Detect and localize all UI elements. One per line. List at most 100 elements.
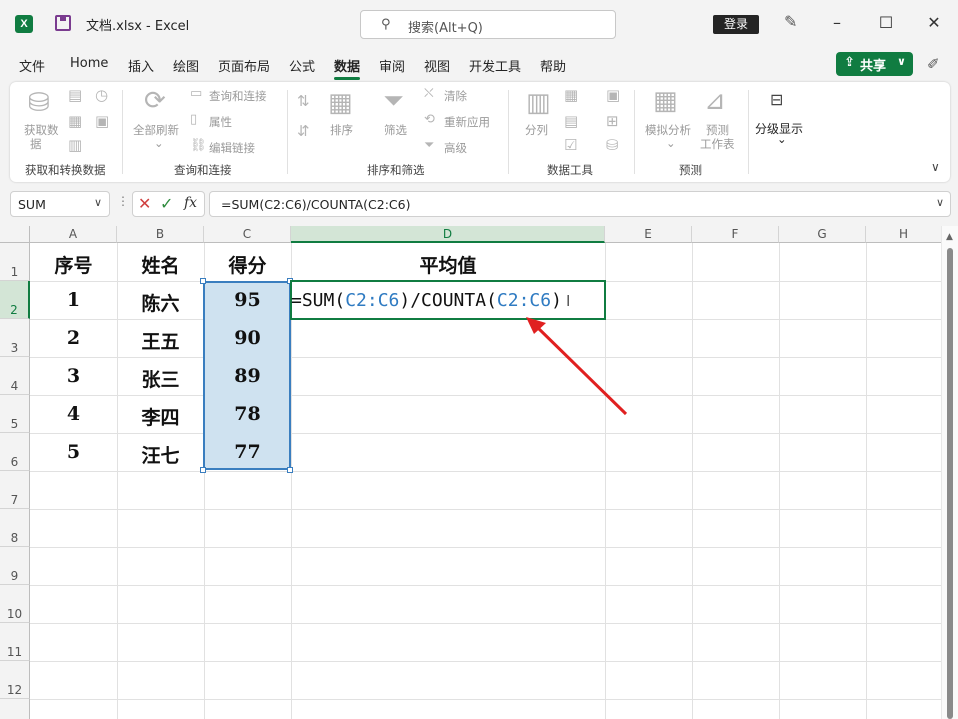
title-bar: X 文档.xlsx - Excel ⚲ 搜索(Alt+Q) 登录 ✎ – ☐ ✕ <box>0 0 958 48</box>
text-to-columns-icon[interactable]: ▥ <box>526 88 551 118</box>
formula-bar: SUM ∨ ⋮ ✕ ✓ fx =SUM(C2:C6)/COUNTA(C2:C6)… <box>0 188 958 220</box>
group-label-forecast: 预测 <box>679 163 702 177</box>
menu-home[interactable]: Home <box>70 56 108 71</box>
group-label-sort-filter: 排序和筛选 <box>367 163 425 177</box>
chevron-down-icon[interactable]: ∨ <box>936 196 944 209</box>
clock-icon[interactable]: ◷ <box>95 86 108 104</box>
properties-icon: ▯ <box>190 112 198 127</box>
properties-button[interactable]: 属性 <box>209 114 232 130</box>
chevron-down-icon: ⌄ <box>154 136 164 150</box>
menu-review[interactable]: 审阅 <box>379 56 405 75</box>
chevron-down-icon: ∨ <box>897 55 906 68</box>
group-divider <box>122 90 123 174</box>
active-tab-indicator <box>334 77 360 80</box>
menu-draw[interactable]: 绘图 <box>173 56 199 75</box>
chevron-down-icon: ⌄ <box>666 136 676 150</box>
share-label: 共享 <box>860 59 887 74</box>
scroll-up-icon[interactable]: ▲ <box>946 232 953 242</box>
chevron-down-icon: ⌄ <box>777 132 787 146</box>
reapply-icon: ⟲ <box>424 112 435 127</box>
sort-descending-icon[interactable]: ⇵ <box>297 122 310 140</box>
clear-filter-icon: ⛌ <box>424 86 434 101</box>
search-input[interactable]: 搜索(Alt+Q) <box>408 17 483 36</box>
filter-button[interactable]: 筛选 <box>384 122 407 138</box>
worksheet-grid[interactable]: A B C D E F G H 1 2 3 4 5 6 7 8 9 10 11 … <box>0 226 958 719</box>
menu-data[interactable]: 数据 <box>334 56 360 75</box>
comment-icon[interactable]: ✐ <box>927 55 940 73</box>
database-icon[interactable]: ⛁ <box>28 88 50 118</box>
relationships-icon[interactable]: ⊞ <box>606 112 619 130</box>
search-box[interactable]: ⚲ 搜索(Alt+Q) <box>360 10 616 39</box>
flash-fill-icon[interactable]: ▦ <box>564 86 578 104</box>
name-box-value: SUM <box>18 197 46 212</box>
data-model-icon[interactable]: ⛁ <box>606 136 619 154</box>
menu-page-layout[interactable]: 页面布局 <box>218 56 270 75</box>
group-divider <box>508 90 509 174</box>
formula-input[interactable]: =SUM(C2:C6)/COUNTA(C2:C6) ∨ <box>209 191 951 217</box>
name-box[interactable]: SUM ∨ <box>10 191 110 217</box>
clear-button[interactable]: 清除 <box>444 88 467 104</box>
menu-developer[interactable]: 开发工具 <box>469 56 521 75</box>
group-divider <box>287 90 288 174</box>
cancel-icon[interactable]: ✕ <box>138 194 151 213</box>
folder-icon[interactable]: ▣ <box>95 112 109 130</box>
formula-text: =SUM(C2:C6)/COUNTA(C2:C6) <box>221 197 411 212</box>
minimize-icon[interactable]: – <box>827 13 847 32</box>
chevron-down-icon[interactable]: ∨ <box>931 160 940 174</box>
reapply-button[interactable]: 重新应用 <box>444 114 490 130</box>
sort-button[interactable]: 排序 <box>330 122 353 138</box>
more-icon[interactable]: ⋮ <box>117 194 129 208</box>
menu-help[interactable]: 帮助 <box>540 56 566 75</box>
save-icon[interactable] <box>55 15 71 31</box>
window-title: 文档.xlsx - Excel <box>86 19 190 34</box>
group-label-data-tools: 数据工具 <box>547 163 593 177</box>
chevron-down-icon[interactable]: ∨ <box>94 196 102 209</box>
menu-file[interactable]: 文件 <box>19 56 45 75</box>
edit-links-icon: ⛓ <box>190 138 207 153</box>
annotation-arrow-icon <box>526 317 628 416</box>
consolidate-icon[interactable]: ▣ <box>606 86 620 104</box>
maximize-icon[interactable]: ☐ <box>876 13 896 32</box>
annotation-arrow-shaft <box>534 324 628 416</box>
what-if-icon[interactable]: ▦ <box>653 86 678 116</box>
data-validation-icon[interactable]: ☑ <box>564 136 577 154</box>
queries-connections-button[interactable]: 查询和连接 <box>209 88 267 104</box>
outline-icon[interactable]: ⊟ <box>770 90 783 109</box>
group-divider <box>748 90 749 174</box>
table-icon[interactable]: ▥ <box>68 136 82 154</box>
refresh-all-icon[interactable]: ⟳ <box>144 86 166 116</box>
pen-icon[interactable]: ✎ <box>784 12 797 31</box>
sort-icon[interactable]: ▦ <box>328 88 353 118</box>
scroll-thumb[interactable] <box>947 248 953 719</box>
group-label-get-data: 获取和转换数据 <box>25 163 106 177</box>
menu-view[interactable]: 视图 <box>424 56 450 75</box>
close-icon[interactable]: ✕ <box>924 13 944 32</box>
menu-insert[interactable]: 插入 <box>128 56 154 75</box>
menu-formulas[interactable]: 公式 <box>289 56 315 75</box>
remove-duplicates-icon[interactable]: ▤ <box>564 112 578 130</box>
formula-tools: ✕ ✓ fx <box>132 191 205 217</box>
filter-icon[interactable]: ⏷ <box>383 86 404 117</box>
text-to-columns-button[interactable]: 分列 <box>525 122 548 138</box>
sort-ascending-icon[interactable]: ⇅ <box>297 92 310 110</box>
web-icon[interactable]: ▦ <box>68 112 82 130</box>
forecast-icon[interactable]: ⊿ <box>704 86 726 116</box>
enter-icon[interactable]: ✓ <box>160 194 173 213</box>
share-icon: ⇪ <box>844 55 855 70</box>
vertical-scrollbar[interactable]: ▲ <box>941 226 958 719</box>
group-divider <box>634 90 635 174</box>
advanced-button[interactable]: 高级 <box>444 140 467 156</box>
excel-logo-icon: X <box>15 15 33 33</box>
login-button[interactable]: 登录 <box>713 15 759 34</box>
edit-links-button[interactable]: 编辑链接 <box>209 140 255 156</box>
file-text-icon[interactable]: ▤ <box>68 86 82 104</box>
advanced-filter-icon: ⏷ <box>424 138 435 153</box>
queries-icon: ▭ <box>190 86 203 101</box>
forecast-sheet-label: 工作表 <box>700 137 735 151</box>
search-icon: ⚲ <box>381 17 391 32</box>
insert-function-icon[interactable]: fx <box>184 195 197 211</box>
share-button[interactable]: ⇪ 共享 ∨ <box>836 52 913 76</box>
excel-window: X 文档.xlsx - Excel ⚲ 搜索(Alt+Q) 登录 ✎ – ☐ ✕… <box>0 0 958 719</box>
group-label-queries: 查询和连接 <box>174 163 232 177</box>
menu-bar: 文件 Home 插入 绘图 页面布局 公式 数据 审阅 视图 开发工具 帮助 <box>0 48 958 80</box>
